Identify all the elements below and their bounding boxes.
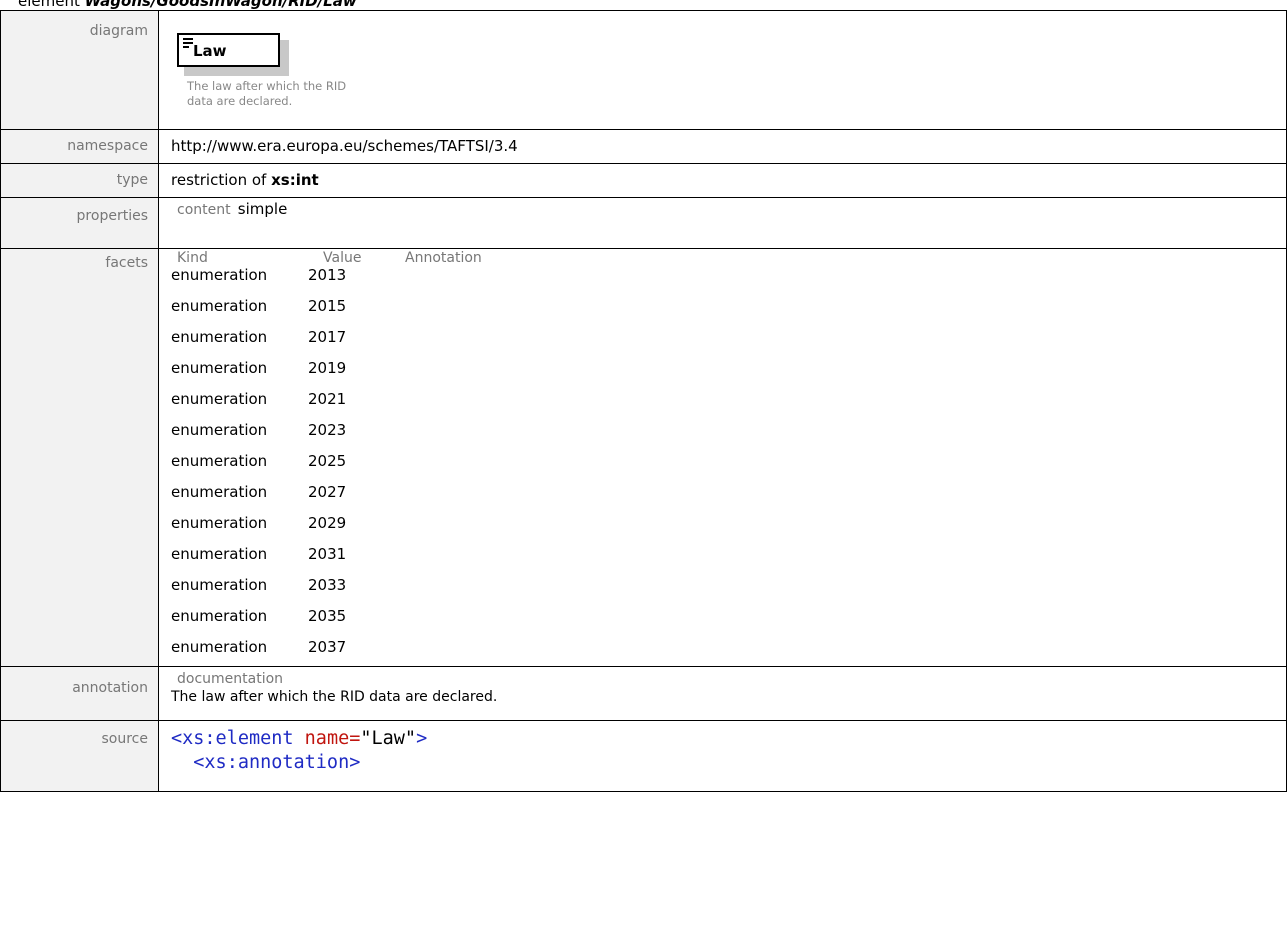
documentation-icon — [183, 38, 193, 50]
annotation-text: The law after which the RID data are dec… — [171, 689, 498, 705]
facet-row: enumeration 2029 — [171, 513, 1286, 544]
type-row: type restriction of xs:int — [0, 163, 1287, 198]
facet-kind: enumeration — [171, 545, 268, 563]
facet-header-kind: Kind — [177, 250, 208, 266]
facet-row: enumeration 2019 — [171, 358, 1286, 389]
facet-kind: enumeration — [171, 328, 268, 346]
annotation-row: annotation documentation The law after w… — [0, 666, 1287, 721]
annotation-key: documentation — [177, 671, 284, 687]
diagram-doc-line: The law after which the RID — [187, 79, 347, 93]
source-label: source — [0, 720, 159, 792]
facet-row: enumeration 2023 — [171, 420, 1286, 451]
facet-value: 2035 — [308, 607, 347, 625]
diagram-cell: Law The law after which the RID data are… — [158, 10, 1287, 130]
facet-value: 2027 — [308, 483, 347, 501]
facet-kind: enumeration — [171, 421, 268, 439]
element-path: Wagons/GoodsInWagon/RID/Law — [84, 0, 357, 10]
diagram-label: diagram — [0, 10, 159, 130]
diagram-row: diagram Law The law after which the RID … — [0, 10, 1287, 130]
annotation-cell: documentation The law after which the RI… — [158, 666, 1287, 721]
title-prefix: element — [18, 0, 80, 10]
source-cell: <xs:element name="Law"> <xs:annotation> — [158, 720, 1287, 792]
facet-value: 2015 — [308, 297, 347, 315]
facet-row: enumeration 2031 — [171, 544, 1286, 575]
type-base-link[interactable]: xs:int — [271, 171, 319, 189]
facet-value: 2019 — [308, 359, 347, 377]
source-attr-value: "Law" — [360, 728, 417, 749]
facet-kind: enumeration — [171, 452, 268, 470]
type-value: restriction of xs:int — [158, 163, 1287, 198]
facet-kind: enumeration — [171, 607, 268, 625]
facet-row: enumeration 2037 — [171, 637, 1286, 666]
source-code: <xs:element name="Law"> <xs:annotation> — [171, 721, 1286, 775]
facet-value: 2017 — [308, 328, 347, 346]
facet-kind: enumeration — [171, 266, 268, 284]
properties-row: properties content simple — [0, 197, 1287, 249]
properties-label: properties — [0, 197, 159, 249]
facet-value: 2023 — [308, 421, 347, 439]
diagram-doc-line: data are declared. — [187, 94, 293, 108]
facet-value: 2037 — [308, 638, 347, 656]
facets-cell: Kind Value Annotation enumeration 2013 enume… — [158, 248, 1287, 667]
schema-diagram[interactable]: Law The law after which the RID data are… — [171, 11, 1286, 117]
facet-row: enumeration 2017 — [171, 327, 1286, 358]
facet-row: enumeration 2027 — [171, 482, 1286, 513]
facet-kind: enumeration — [171, 359, 268, 377]
namespace-row: namespace http://www.era.europa.eu/schem… — [0, 129, 1287, 164]
facet-kind: enumeration — [171, 514, 268, 532]
facet-row: enumeration 2013 — [171, 265, 1286, 296]
facet-kind: enumeration — [171, 297, 268, 315]
facet-kind: enumeration — [171, 483, 268, 501]
facets-label: facets — [0, 248, 159, 667]
facet-header-value: Value — [323, 250, 362, 266]
facet-header-annotation: Annotation — [405, 250, 482, 266]
facet-value: 2013 — [308, 266, 347, 284]
facet-value: 2033 — [308, 576, 347, 594]
element-name: Law — [193, 42, 227, 60]
source-attr: name= — [293, 728, 361, 749]
facet-kind: enumeration — [171, 638, 268, 656]
properties-cell: content simple — [158, 197, 1287, 249]
source-tag-close: > — [416, 728, 428, 749]
element-box[interactable]: Law — [177, 33, 280, 67]
property-key: content — [177, 202, 231, 218]
facet-value: 2031 — [308, 545, 347, 563]
facet-row: enumeration 2035 — [171, 606, 1286, 637]
annotation-label: annotation — [0, 666, 159, 721]
facet-value: 2025 — [308, 452, 347, 470]
facet-value: 2021 — [308, 390, 347, 408]
type-prefix: restriction of — [171, 171, 267, 189]
facet-row: enumeration 2025 — [171, 451, 1286, 482]
facet-row: enumeration 2015 — [171, 296, 1286, 327]
facet-kind: enumeration — [171, 576, 268, 594]
source-line: <xs:element name="Law"> — [171, 727, 1286, 751]
facets-header: Kind Value Annotation — [171, 249, 1286, 265]
facet-value: 2029 — [308, 514, 347, 532]
namespace-value: http://www.era.europa.eu/schemes/TAFTSI/… — [158, 129, 1287, 164]
source-tag-open: <xs:element — [171, 728, 294, 749]
type-label: type — [0, 163, 159, 198]
source-row: source <xs:element name="Law"> <xs:annot… — [0, 720, 1287, 792]
element-properties-table: diagram Law The law after which the RID … — [0, 10, 1287, 792]
diagram-documentation: The law after which the RID data are dec… — [187, 79, 357, 109]
facet-row: enumeration 2033 — [171, 575, 1286, 606]
facet-list: enumeration 2013 enumeration 2015 enumeratio… — [171, 265, 1286, 666]
facet-row: enumeration 2021 — [171, 389, 1286, 420]
namespace-label: namespace — [0, 129, 159, 164]
facets-row: facets Kind Value Annotation enumeration 20… — [0, 248, 1287, 667]
page-title: element Wagons/GoodsInWagon/RID/Law — [18, 0, 357, 10]
facet-kind: enumeration — [171, 390, 268, 408]
property-value: simple — [237, 200, 288, 218]
source-line: <xs:annotation> — [171, 752, 361, 773]
